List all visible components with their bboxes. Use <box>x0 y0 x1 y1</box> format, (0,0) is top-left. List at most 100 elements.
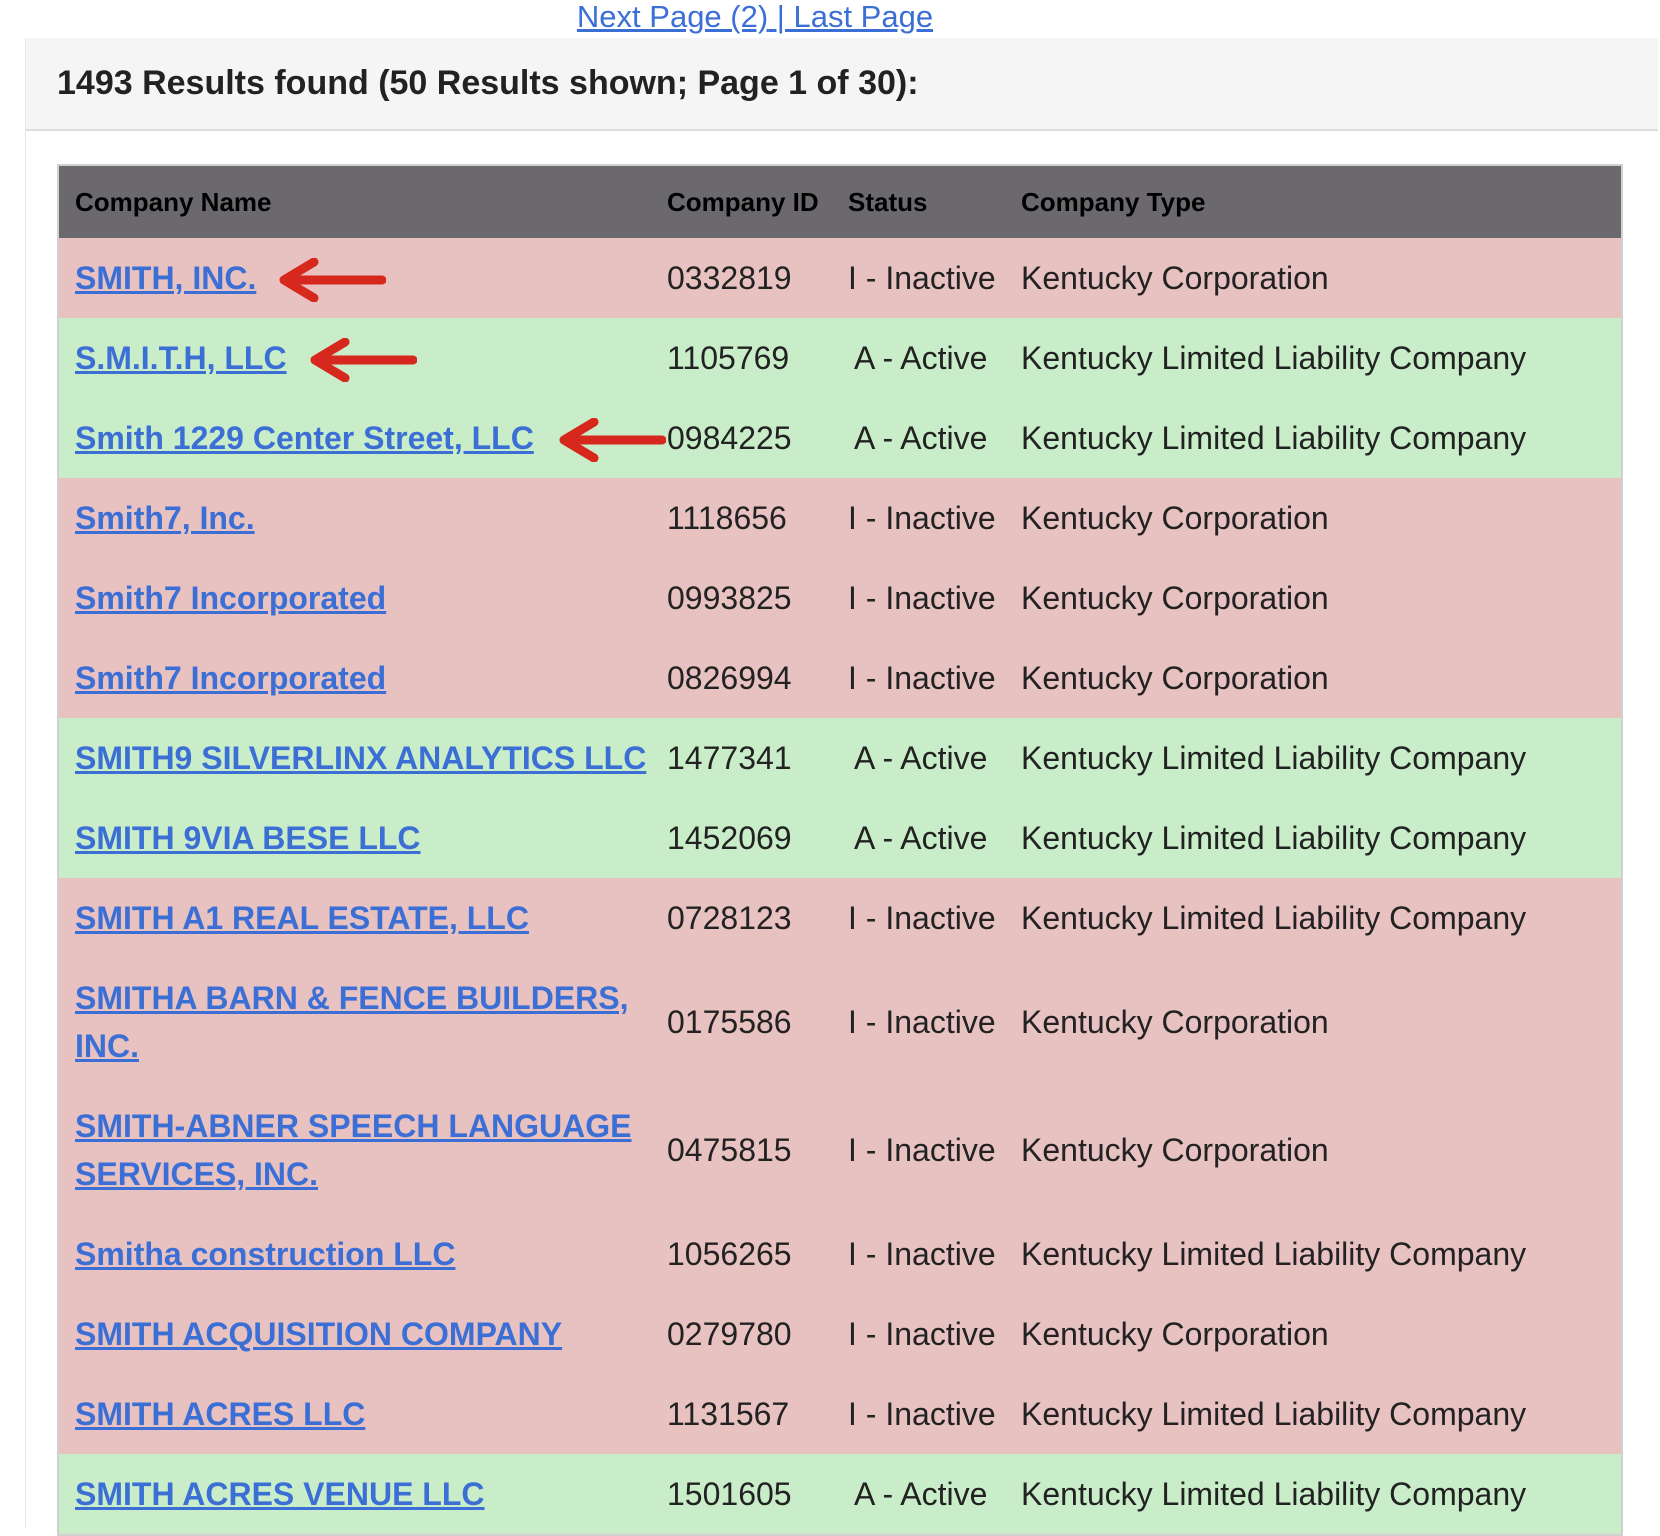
table-row: SMITH ACRES VENUE LLC 1501605 A - Active… <box>59 1454 1621 1534</box>
left-arrow-icon <box>279 258 387 303</box>
company-type-cell: Kentucky Limited Liability Company <box>1021 339 1527 376</box>
company-name-cell: S.M.I.T.H, LLC <box>59 318 651 398</box>
company-link[interactable]: SMITH ACQUISITION COMPANY <box>75 1316 562 1352</box>
table-row: S.M.I.T.H, LLC 1105769 A - Active Kentuc… <box>59 318 1621 398</box>
company-name-cell: Smith7, Inc. <box>59 478 651 558</box>
company-name-cell: SMITH-ABNER SPEECH LANGUAGE SERVICES, IN… <box>59 1086 651 1214</box>
company-link[interactable]: SMITH-ABNER SPEECH LANGUAGE SERVICES, IN… <box>75 1108 631 1192</box>
status-cell: A - Active <box>854 419 988 456</box>
status-cell: I - Inactive <box>848 1315 996 1352</box>
company-type-cell: Kentucky Corporation <box>1021 1131 1329 1168</box>
company-link[interactable]: Smith7 Incorporated <box>75 660 386 696</box>
company-name-cell: Smith 1229 Center Street, LLC <box>59 398 666 478</box>
status-cell: I - Inactive <box>848 579 996 616</box>
company-id-cell: 0993825 <box>667 579 792 616</box>
company-type-cell: Kentucky Limited Liability Company <box>1021 419 1527 456</box>
pager-separator: | <box>768 0 794 34</box>
company-link[interactable]: Smitha construction LLC <box>75 1236 455 1272</box>
company-link[interactable]: SMITH ACRES VENUE LLC <box>75 1476 485 1512</box>
column-header-company-type[interactable]: Company Type <box>1005 166 1621 238</box>
status-cell: I - Inactive <box>848 259 996 296</box>
company-name-cell: SMITH, INC. <box>59 238 651 318</box>
company-type-cell: Kentucky Corporation <box>1021 1003 1329 1040</box>
left-arrow-icon <box>310 338 417 383</box>
company-id-cell: 1105769 <box>667 339 790 376</box>
column-header-company-name[interactable]: Company Name <box>59 166 651 238</box>
table-header-row: Company Name Company ID Status Company T… <box>59 166 1621 238</box>
company-id-cell: 0826994 <box>667 659 792 696</box>
company-type-cell: Kentucky Corporation <box>1021 659 1329 696</box>
company-id-cell: 0279780 <box>667 1315 792 1352</box>
status-cell: I - Inactive <box>848 1395 996 1432</box>
company-name-cell: SMITH 9VIA BESE LLC <box>59 798 651 878</box>
table-row: Smith7 Incorporated 0993825 I - Inactive… <box>59 558 1621 638</box>
status-cell: I - Inactive <box>848 1003 996 1040</box>
status-cell: I - Inactive <box>848 499 996 536</box>
table-row: SMITH 9VIA BESE LLC 1452069 A - Active K… <box>59 798 1621 878</box>
status-cell: A - Active <box>854 1475 988 1512</box>
company-name-cell: SMITH A1 REAL ESTATE, LLC <box>59 878 651 958</box>
table-row: SMITHA BARN & FENCE BUILDERS, INC. 01755… <box>59 958 1621 1086</box>
results-table-container: Company Name Company ID Status Company T… <box>57 164 1623 1536</box>
company-name-cell: SMITH ACRES LLC <box>59 1374 651 1454</box>
table-row: SMITH ACQUISITION COMPANY 0279780 I - In… <box>59 1294 1621 1374</box>
company-id-cell: 1501605 <box>667 1475 792 1512</box>
company-id-cell: 1056265 <box>667 1235 792 1272</box>
table-row: SMITH, INC. 0332819 I - Inactive Kentuck… <box>59 238 1621 318</box>
company-type-cell: Kentucky Corporation <box>1021 579 1329 616</box>
company-link[interactable]: SMITH 9VIA BESE LLC <box>75 820 421 856</box>
company-name-cell: Smith7 Incorporated <box>59 558 651 638</box>
results-panel: 1493 Results found (50 Results shown; Pa… <box>25 38 1658 1536</box>
company-link[interactable]: SMITH ACRES LLC <box>75 1396 365 1432</box>
table-row: Smith7, Inc. 1118656 I - Inactive Kentuc… <box>59 478 1621 558</box>
status-cell: A - Active <box>854 819 988 856</box>
company-name-cell: SMITHA BARN & FENCE BUILDERS, INC. <box>59 958 651 1086</box>
company-type-cell: Kentucky Limited Liability Company <box>1021 739 1527 776</box>
company-link[interactable]: SMITH A1 REAL ESTATE, LLC <box>75 900 529 936</box>
company-id-cell: 0475815 <box>667 1131 792 1168</box>
left-arrow-icon <box>559 418 666 463</box>
results-summary: 1493 Results found (50 Results shown; Pa… <box>26 38 1658 131</box>
last-page-link[interactable]: Last Page <box>793 0 933 34</box>
status-cell: A - Active <box>854 339 988 376</box>
table-row: SMITH ACRES LLC 1131567 I - Inactive Ken… <box>59 1374 1621 1454</box>
company-id-cell: 0175586 <box>667 1003 792 1040</box>
company-link[interactable]: S.M.I.T.H, LLC <box>75 340 287 376</box>
company-id-cell: 1477341 <box>667 739 792 776</box>
company-type-cell: Kentucky Limited Liability Company <box>1021 1235 1527 1272</box>
company-link[interactable]: Smith7 Incorporated <box>75 580 386 616</box>
next-page-link[interactable]: Next Page (2) <box>577 0 768 34</box>
status-cell: A - Active <box>854 739 988 776</box>
table-row: Smith 1229 Center Street, LLC 0984225 A … <box>59 398 1621 478</box>
company-link[interactable]: SMITH9 SILVERLINX ANALYTICS LLC <box>75 740 646 776</box>
company-id-cell: 0332819 <box>667 259 792 296</box>
table-row: SMITH A1 REAL ESTATE, LLC 0728123 I - In… <box>59 878 1621 958</box>
company-name-cell: SMITH ACQUISITION COMPANY <box>59 1294 651 1374</box>
results-table: Company Name Company ID Status Company T… <box>59 166 1621 1534</box>
company-type-cell: Kentucky Corporation <box>1021 499 1329 536</box>
company-id-cell: 0984225 <box>667 419 792 456</box>
table-row: Smitha construction LLC 1056265 I - Inac… <box>59 1214 1621 1294</box>
status-cell: I - Inactive <box>848 1131 996 1168</box>
status-cell: I - Inactive <box>848 659 996 696</box>
status-cell: I - Inactive <box>848 899 996 936</box>
company-link[interactable]: Smith7, Inc. <box>75 500 255 536</box>
company-id-cell: 1452069 <box>667 819 792 856</box>
company-type-cell: Kentucky Limited Liability Company <box>1021 1395 1527 1432</box>
status-cell: I - Inactive <box>848 1235 996 1272</box>
company-name-cell: SMITH9 SILVERLINX ANALYTICS LLC <box>59 718 651 798</box>
column-header-company-id[interactable]: Company ID <box>651 166 832 238</box>
table-row: SMITH-ABNER SPEECH LANGUAGE SERVICES, IN… <box>59 1086 1621 1214</box>
company-link[interactable]: Smith 1229 Center Street, LLC <box>75 420 534 456</box>
company-type-cell: Kentucky Corporation <box>1021 1315 1329 1352</box>
company-name-cell: SMITH ACRES VENUE LLC <box>59 1454 651 1534</box>
company-type-cell: Kentucky Limited Liability Company <box>1021 899 1527 936</box>
company-type-cell: Kentucky Corporation <box>1021 259 1329 296</box>
table-row: SMITH9 SILVERLINX ANALYTICS LLC 1477341 … <box>59 718 1621 798</box>
column-header-status[interactable]: Status <box>832 166 1005 238</box>
company-link[interactable]: SMITH, INC. <box>75 260 256 296</box>
company-type-cell: Kentucky Limited Liability Company <box>1021 819 1527 856</box>
company-id-cell: 1118656 <box>667 499 787 536</box>
company-link[interactable]: SMITHA BARN & FENCE BUILDERS, INC. <box>75 980 628 1064</box>
company-type-cell: Kentucky Limited Liability Company <box>1021 1475 1527 1512</box>
